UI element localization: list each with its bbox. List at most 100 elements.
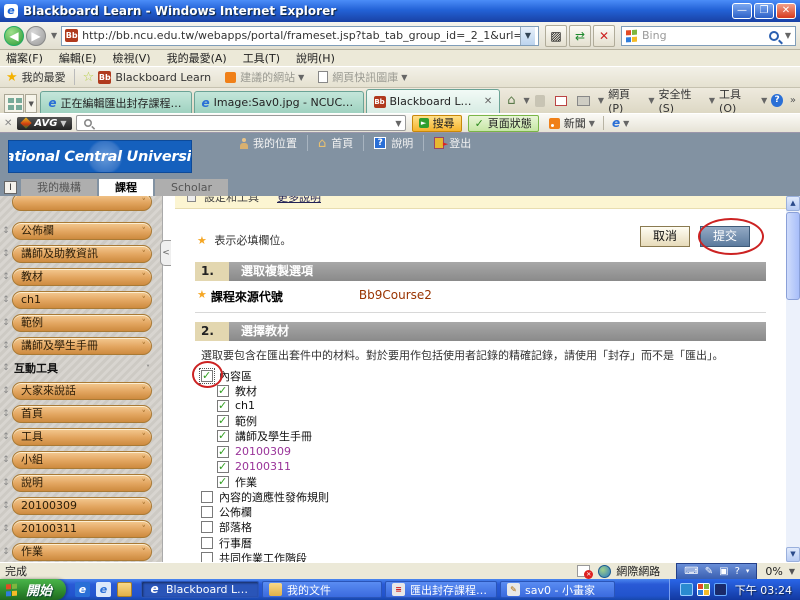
- drag-handle-icon[interactable]: ↕: [0, 478, 12, 488]
- checkbox-assignments[interactable]: [217, 476, 229, 488]
- checkbox-20100311[interactable]: [217, 461, 229, 473]
- print-icon[interactable]: [577, 96, 590, 106]
- menu-tools[interactable]: 工具(T): [243, 50, 280, 66]
- compatibility-view-button[interactable]: ▨: [545, 25, 567, 47]
- nav-home[interactable]: ⌂ 首頁: [308, 135, 364, 151]
- more-help-link[interactable]: 更多說明: [277, 196, 321, 205]
- tools-menu[interactable]: 工具(O): [719, 86, 754, 115]
- page-error-icon[interactable]: [577, 565, 590, 577]
- read-mail-icon[interactable]: [555, 96, 567, 106]
- ime-panel-icon[interactable]: ▣: [719, 566, 728, 577]
- ie-options-icon[interactable]: e: [612, 116, 620, 130]
- tab-export-editing[interactable]: e 正在編輯匯出封存課程與...: [40, 91, 191, 113]
- menu-edit[interactable]: 編輯(E): [59, 50, 97, 66]
- menu-item-staff-info[interactable]: ↕ 講師及助教資訊: [0, 242, 162, 265]
- checkbox-example[interactable]: [217, 415, 229, 427]
- task-paint[interactable]: ✎ sav0 - 小畫家: [500, 581, 615, 598]
- bbtab-courses[interactable]: 課程: [99, 179, 153, 196]
- menu-item-discussion[interactable]: ↕ 大家來說話: [0, 379, 162, 402]
- collapse-menu-icon[interactable]: <: [160, 240, 171, 266]
- menu-view[interactable]: 檢視(V): [112, 50, 150, 66]
- drag-handle-icon[interactable]: ↕: [0, 295, 12, 305]
- task-export-doc[interactable]: ≡ 匯出封存課程與匯...: [385, 581, 497, 598]
- checkbox-calendar[interactable]: [201, 537, 213, 549]
- drag-handle-icon[interactable]: ↕: [0, 318, 12, 328]
- tray-network-icon[interactable]: [680, 583, 693, 596]
- checkbox-announcements[interactable]: [201, 506, 213, 518]
- tab-blackboard-learn[interactable]: Bb Blackboard Learn ✕: [366, 89, 501, 113]
- tab-ncucc-wiki[interactable]: e Image:Sav0.jpg - NCUCC Wiki: [194, 91, 364, 113]
- zoom-dropdown-icon[interactable]: ▼: [789, 567, 795, 576]
- quick-launch-browser-icon[interactable]: e: [96, 582, 111, 597]
- refresh-button[interactable]: ⇄: [569, 25, 591, 47]
- nav-help[interactable]: ? 說明: [364, 135, 424, 151]
- avg-news-button[interactable]: 新聞 ▼: [549, 115, 595, 131]
- menu-item-home[interactable]: ↕ 首頁: [0, 402, 162, 425]
- keyboard-icon[interactable]: ⌨: [684, 566, 698, 577]
- menu-item-help[interactable]: ↕ 說明: [0, 471, 162, 494]
- menu-item-assignments[interactable]: ↕ 作業: [0, 540, 162, 562]
- stop-button[interactable]: ✕: [593, 25, 615, 47]
- frame-toggle-icon[interactable]: Ⅰ: [4, 181, 17, 194]
- favorite-blackboard[interactable]: Bb Blackboard Learn: [98, 71, 211, 84]
- search-icon[interactable]: [769, 31, 779, 41]
- start-button[interactable]: 開始: [0, 579, 66, 600]
- menu-item-announcements[interactable]: ↕ 公佈欄: [0, 219, 162, 242]
- checkbox-blogs[interactable]: [201, 521, 213, 533]
- nav-logout[interactable]: 登出: [424, 135, 481, 151]
- menu-item-partial[interactable]: [0, 196, 162, 219]
- menu-item-materials[interactable]: ↕ 教材: [0, 265, 162, 288]
- drag-handle-icon[interactable]: ↕: [0, 249, 12, 259]
- checkbox-20100309[interactable]: [217, 446, 229, 458]
- checkbox-ch1[interactable]: [217, 400, 229, 412]
- drag-handle-icon[interactable]: ↕: [0, 272, 12, 282]
- checkbox-adaptive-release[interactable]: [201, 491, 213, 503]
- checkbox-handbook[interactable]: [217, 430, 229, 442]
- content-scrollbar[interactable]: ▲ ▼: [786, 196, 800, 562]
- ime-help-icon[interactable]: ?: [735, 566, 740, 577]
- menu-file[interactable]: 檔案(F): [6, 50, 43, 66]
- pen-icon[interactable]: ✎: [705, 566, 713, 577]
- scrollbar-thumb[interactable]: [786, 212, 800, 300]
- forward-button[interactable]: ▶: [26, 26, 46, 46]
- avg-close-icon[interactable]: ✕: [4, 118, 12, 129]
- cancel-button[interactable]: 取消: [640, 226, 690, 247]
- drag-handle-icon[interactable]: ↕: [0, 455, 12, 465]
- tab-list-dropdown-icon[interactable]: ▼: [25, 94, 37, 113]
- menu-item-example[interactable]: ↕ 範例: [0, 311, 162, 334]
- favorite-webslice-gallery[interactable]: 網頁快訊圖庫 ▼: [318, 69, 407, 85]
- drag-handle-icon[interactable]: ↕: [0, 501, 12, 511]
- scroll-up-icon[interactable]: ▲: [786, 196, 800, 211]
- menu-help[interactable]: 說明(H): [296, 50, 335, 66]
- menu-item-ch1[interactable]: ↕ ch1: [0, 288, 162, 311]
- drag-handle-icon[interactable]: ↕: [0, 341, 12, 351]
- search-dropdown-icon[interactable]: ▼: [785, 31, 791, 40]
- task-blackboard[interactable]: e Blackboard Learn - W...: [141, 581, 259, 598]
- minimize-button[interactable]: —: [732, 3, 752, 19]
- bbtab-scholar[interactable]: Scholar: [155, 179, 228, 196]
- close-button[interactable]: ✕: [776, 3, 796, 19]
- menu-favorites[interactable]: 我的最愛(A): [167, 50, 227, 66]
- avg-search-field[interactable]: ▼: [76, 115, 406, 131]
- avg-search-button[interactable]: ► 搜尋: [412, 115, 462, 132]
- drag-handle-icon[interactable]: ↕: [0, 547, 12, 557]
- nav-my-places[interactable]: 我的位置: [230, 135, 308, 151]
- avg-page-status-button[interactable]: ✓ 頁面狀態: [468, 115, 539, 132]
- menu-item-20100311[interactable]: ↕ 20100311: [0, 517, 162, 540]
- history-dropdown-icon[interactable]: ▼: [51, 31, 57, 40]
- bbtab-my-institution[interactable]: 我的機構: [21, 179, 97, 196]
- drag-handle-icon[interactable]: ↕: [0, 409, 12, 419]
- checkbox-materials[interactable]: [217, 385, 229, 397]
- maximize-button[interactable]: ❐: [754, 3, 774, 19]
- quick-tabs-button[interactable]: [4, 94, 24, 113]
- drag-handle-icon[interactable]: ↕: [0, 386, 12, 396]
- quick-launch-ie-icon[interactable]: e: [75, 582, 90, 597]
- back-button[interactable]: ◀: [4, 26, 24, 46]
- task-my-documents[interactable]: 我的文件: [262, 581, 382, 598]
- search-box[interactable]: Bing ▼: [621, 26, 796, 46]
- checkbox-collab-sessions[interactable]: [201, 552, 213, 562]
- drag-handle-icon[interactable]: ↕: [0, 363, 12, 373]
- overflow-chevron-icon[interactable]: »: [790, 95, 796, 106]
- tray-colored-squares-icon[interactable]: [697, 583, 710, 596]
- drag-handle-icon[interactable]: ↕: [0, 432, 12, 442]
